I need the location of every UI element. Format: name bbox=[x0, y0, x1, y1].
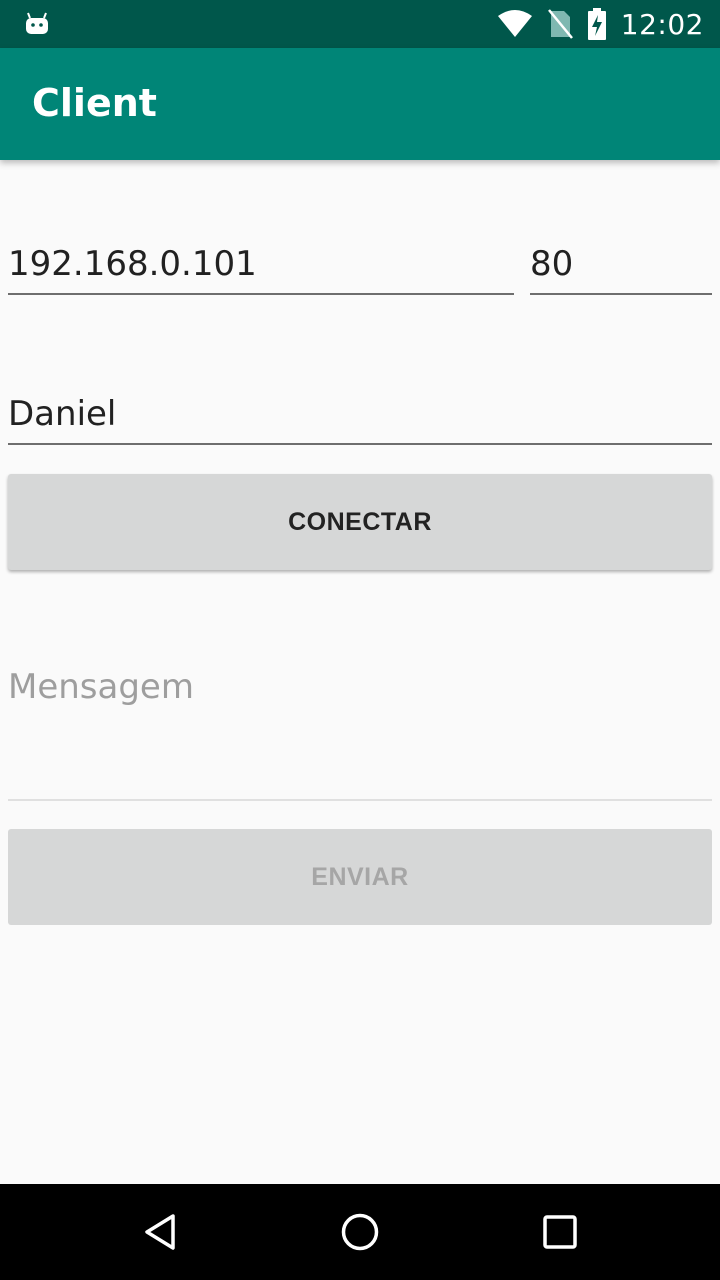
ip-address-field[interactable]: 192.168.0.101 bbox=[8, 236, 514, 295]
app-title: Client bbox=[32, 81, 157, 125]
name-value: Daniel bbox=[8, 394, 117, 434]
wifi-icon bbox=[497, 10, 533, 38]
battery-charging-icon bbox=[587, 8, 607, 40]
name-field[interactable]: Daniel bbox=[8, 386, 712, 445]
status-bar: 12:02 bbox=[0, 0, 720, 48]
home-icon[interactable] bbox=[336, 1208, 384, 1256]
no-sim-icon bbox=[547, 9, 573, 39]
send-button[interactable]: ENVIAR bbox=[8, 829, 712, 925]
message-field[interactable]: Mensagem bbox=[8, 650, 712, 801]
screen: 12:02 Client 192.168.0.101 80 Daniel CON… bbox=[0, 0, 720, 1280]
port-field[interactable]: 80 bbox=[530, 236, 712, 295]
ip-address-value: 192.168.0.101 bbox=[8, 244, 257, 284]
connect-button-label: CONECTAR bbox=[288, 507, 432, 536]
recents-icon[interactable] bbox=[536, 1208, 584, 1256]
navigation-bar bbox=[0, 1184, 720, 1280]
android-debug-icon bbox=[24, 10, 50, 36]
connect-button[interactable]: CONECTAR bbox=[8, 474, 712, 570]
back-icon[interactable] bbox=[136, 1208, 184, 1256]
app-bar: Client bbox=[0, 48, 720, 160]
send-button-label: ENVIAR bbox=[311, 862, 409, 891]
status-icons: 12:02 bbox=[497, 0, 704, 48]
status-time: 12:02 bbox=[620, 7, 704, 41]
port-value: 80 bbox=[530, 244, 574, 284]
message-placeholder: Mensagem bbox=[8, 667, 194, 707]
